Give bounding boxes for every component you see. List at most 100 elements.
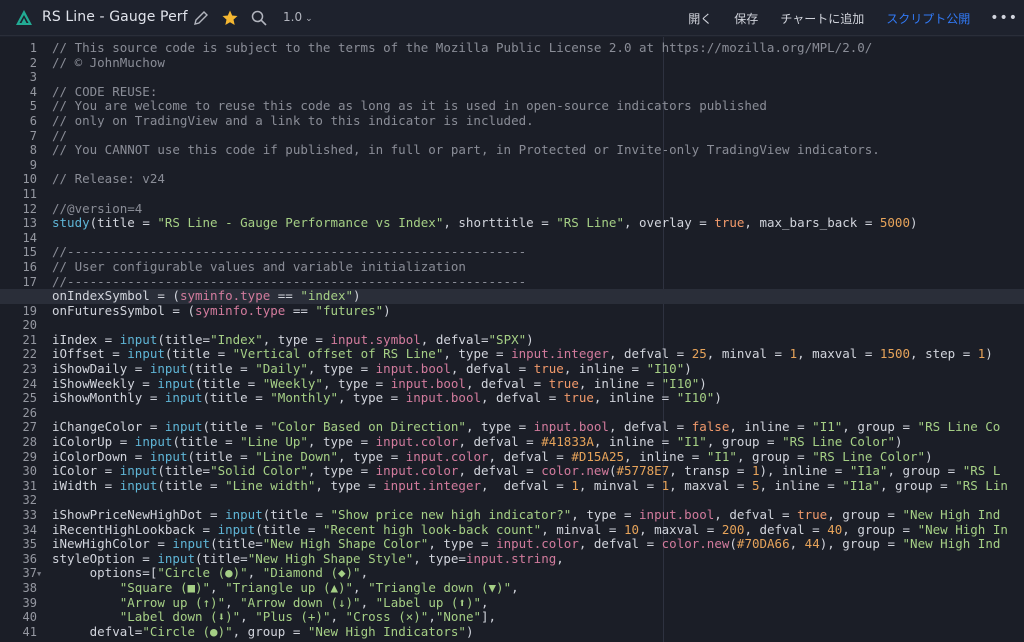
line-number: 7 xyxy=(29,128,37,143)
code-line[interactable]: onIndexSymbol = (syminfo.type == "index"… xyxy=(0,288,1024,304)
code-line[interactable]: iShowPriceNewHighDot = input(title = "Sh… xyxy=(52,507,1024,523)
line-number: 38 xyxy=(22,580,37,595)
line-number: 21 xyxy=(22,332,37,347)
code-line[interactable]: iShowDaily = input(title = "Daily", type… xyxy=(52,361,1024,377)
code-line[interactable]: defval="Circle (●)", group = "New High I… xyxy=(52,624,1024,640)
version-label: 1.0 xyxy=(283,10,303,24)
code-line[interactable]: // User configurable values and variable… xyxy=(52,259,1024,275)
code-line[interactable]: options=["Circle (●)", "Diamond (◆)", xyxy=(52,566,1024,581)
line-number: 32 xyxy=(22,493,37,508)
line-number: 12 xyxy=(22,201,37,216)
more-icon[interactable]: ••• xyxy=(990,10,1018,26)
code-line[interactable]: //--------------------------------------… xyxy=(52,274,1024,290)
code-line[interactable]: "Arrow up (↑)", "Arrow down (↓)", "Label… xyxy=(52,595,1024,611)
line-number: 2 xyxy=(29,55,37,70)
line-number: 13 xyxy=(22,216,37,231)
code-editor[interactable]: 1234567891011121314151617181920212223242… xyxy=(0,37,1024,642)
line-number: 19 xyxy=(22,303,37,318)
line-number: 6 xyxy=(29,113,37,128)
line-number: 9 xyxy=(29,157,37,172)
code-line[interactable]: iIndex = input(title="Index", type = inp… xyxy=(52,332,1024,348)
code-line[interactable]: // Release: v24 xyxy=(52,172,1024,187)
code-line[interactable]: //--------------------------------------… xyxy=(52,245,1024,260)
chevron-down-icon: ⌄ xyxy=(305,14,313,24)
code-line[interactable]: // xyxy=(52,128,1024,144)
line-number: 15 xyxy=(22,245,37,260)
code-line[interactable]: // only on TradingView and a link to thi… xyxy=(52,113,1024,129)
code-line[interactable]: iColorDown = input(title = "Line Down", … xyxy=(52,449,1024,465)
line-number: 31 xyxy=(22,478,37,493)
line-number: 33 xyxy=(22,508,37,522)
code-line[interactable]: iShowMonthly = input(title = "Monthly", … xyxy=(52,390,1024,406)
line-number: 10 xyxy=(22,172,37,187)
line-number: 41 xyxy=(22,624,37,639)
code-line[interactable]: iNewHighColor = input(title="New High Sh… xyxy=(52,536,1024,552)
line-number: 4 xyxy=(29,84,37,99)
code-line[interactable] xyxy=(52,318,1024,333)
toolbar-actions: 開く 保存 チャートに追加 スクリプト公開 ••• xyxy=(666,0,1024,36)
line-number: 11 xyxy=(22,186,37,201)
publish-script-button[interactable]: スクリプト公開 xyxy=(886,10,970,27)
code-line[interactable]: iWidth = input(title = "Line width", typ… xyxy=(52,478,1024,494)
version-select[interactable]: 1.0 ⌄ xyxy=(283,10,313,24)
code-line[interactable]: iShowWeekly = input(title = "Weekly", ty… xyxy=(52,376,1024,392)
line-number: 5 xyxy=(29,99,37,114)
line-number: 30 xyxy=(22,464,37,479)
line-number: 34 xyxy=(22,522,37,537)
line-number: 40 xyxy=(22,610,37,625)
script-title: RS Line - Gauge Perf xyxy=(42,9,188,25)
line-number: 25 xyxy=(22,391,37,406)
code-line[interactable]: "Square (■)", "Triangle up (▲)", "Triang… xyxy=(52,580,1024,596)
line-number: 23 xyxy=(22,362,37,377)
code-line[interactable] xyxy=(52,231,1024,246)
line-number: 27 xyxy=(22,420,37,435)
code-line[interactable]: // You CANNOT use this code if published… xyxy=(52,142,1024,158)
code-line[interactable]: // You are welcome to reuse this code as… xyxy=(52,99,1024,114)
line-number: 14 xyxy=(22,230,37,245)
code-area[interactable]: // This source code is subject to the te… xyxy=(0,40,1024,640)
code-line[interactable]: styleOption = input(title="New High Shap… xyxy=(52,551,1024,567)
line-number: 28 xyxy=(22,435,37,450)
line-number: 36 xyxy=(22,551,37,566)
code-line[interactable]: iColorUp = input(title = "Line Up", type… xyxy=(52,434,1024,450)
save-button[interactable]: 保存 xyxy=(734,10,758,27)
line-number: 17 xyxy=(22,274,37,289)
code-line[interactable] xyxy=(52,70,1024,85)
fold-marker-icon[interactable]: ▼ xyxy=(37,570,41,578)
line-number-gutter: 1234567891011121314151617181920212223242… xyxy=(0,41,40,639)
logo-icon xyxy=(16,10,32,25)
code-line[interactable]: // CODE REUSE: xyxy=(52,84,1024,100)
line-number: 37 xyxy=(22,566,37,581)
line-number: 35 xyxy=(22,537,37,552)
code-line[interactable]: "Label down (⬇)", "Plus (+)", "Cross (×)… xyxy=(52,609,1024,625)
line-number: 39 xyxy=(22,595,37,610)
code-line[interactable]: iColor = input(title="Solid Color", type… xyxy=(52,463,1024,479)
code-line[interactable] xyxy=(52,406,1024,421)
code-line[interactable]: iRecentHighLookback = input(title = "Rec… xyxy=(52,522,1024,538)
code-line[interactable]: //@version=4 xyxy=(52,201,1024,217)
code-line[interactable] xyxy=(52,493,1024,508)
star-icon[interactable] xyxy=(221,9,239,27)
toolbar: RS Line - Gauge Perf 1.0 ⌄ 開く 保存 チャートに追加 … xyxy=(0,0,1024,36)
line-number: 29 xyxy=(22,449,37,464)
line-number: 26 xyxy=(22,405,37,420)
line-number: 3 xyxy=(29,70,37,85)
code-line[interactable]: iChangeColor = input(title = "Color Base… xyxy=(52,420,1024,435)
code-line[interactable] xyxy=(52,158,1024,173)
line-number: 1 xyxy=(29,41,37,55)
line-number: 24 xyxy=(22,376,37,391)
pencil-icon[interactable] xyxy=(192,9,210,27)
open-button[interactable]: 開く xyxy=(688,10,712,27)
line-number: 20 xyxy=(22,318,37,333)
code-line[interactable]: iOffset = input(title = "Vertical offset… xyxy=(52,347,1024,362)
code-line[interactable]: // This source code is subject to the te… xyxy=(52,40,1024,56)
code-line[interactable]: onFuturesSymbol = (syminfo.type == "futu… xyxy=(52,303,1024,319)
line-number: 16 xyxy=(22,259,37,274)
code-line[interactable] xyxy=(52,187,1024,202)
code-line[interactable]: // © JohnMuchow xyxy=(52,55,1024,71)
code-line[interactable]: study(title = "RS Line - Gauge Performan… xyxy=(52,215,1024,231)
line-number: 8 xyxy=(29,143,37,158)
line-number: 22 xyxy=(22,347,37,362)
search-icon[interactable] xyxy=(250,9,268,27)
add-to-chart-button[interactable]: チャートに追加 xyxy=(780,10,864,27)
